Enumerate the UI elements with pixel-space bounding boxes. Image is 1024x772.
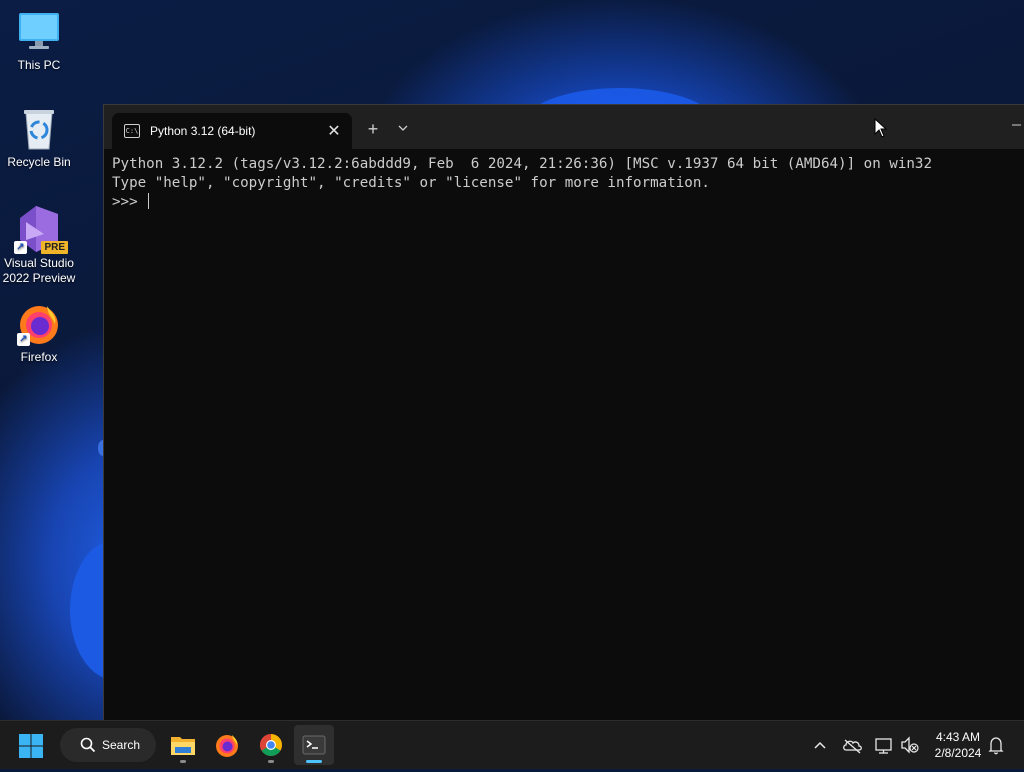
terminal-icon [302,735,326,755]
desktop-icon-label: Recycle Bin [7,155,71,169]
tab-python[interactable]: C:\ Python 3.12 (64-bit) ✕ [112,113,352,149]
recycle-bin-icon [17,107,61,151]
network-icon [875,738,892,754]
clock-time: 4:43 AM [935,730,981,744]
speaker-muted-icon [901,736,919,754]
console-line: Python 3.12.2 (tags/v3.12.2:6abddd9, Feb… [112,156,932,172]
firefox-icon: ↗ [17,302,61,346]
desktop-icon-recycle-bin[interactable]: Recycle Bin [0,107,78,170]
tab-dropdown-button[interactable] [394,117,412,141]
preview-badge: PRE [41,241,68,254]
notifications-button[interactable] [986,721,1006,769]
running-indicator [180,760,186,763]
cloud-offline-icon [843,739,862,754]
file-explorer-icon [171,737,195,755]
shortcut-arrow-icon: ↗ [14,241,27,254]
visual-studio-icon: PRE ↗ [14,204,68,254]
windows-logo-icon [19,734,43,758]
tab-title: Python 3.12 (64-bit) [150,124,256,138]
minimize-button[interactable] [1011,115,1024,135]
clock-date: 2/8/2024 [934,746,982,760]
close-tab-button[interactable]: ✕ [322,121,346,141]
terminal-window[interactable]: C:\ Python 3.12 (64-bit) ✕ + Python 3.12… [103,104,1024,721]
taskbar-app-terminal[interactable] [294,725,334,765]
running-indicator [268,760,274,763]
python-prompt: >>> [112,194,147,210]
taskbar-app-file-explorer[interactable] [163,725,203,765]
console-prompt-line[interactable]: >>> [112,193,1024,212]
monitor-icon [17,10,61,54]
taskbar-app-chrome[interactable] [251,725,291,765]
shortcut-arrow-icon: ↗ [17,333,30,346]
search-label: Search [102,738,141,752]
start-button[interactable] [18,733,44,759]
desktop-icon-visual-studio[interactable]: PRE ↗ Visual Studio 2022 Preview [0,204,78,286]
text-cursor [148,193,150,209]
console-output[interactable]: Python 3.12.2 (tags/v3.12.2:6abddd9, Feb… [104,149,1024,212]
taskbar-search-button[interactable]: Search [60,728,156,762]
firefox-icon [216,735,238,757]
console-icon: C:\ [124,124,140,138]
network-button[interactable] [873,721,895,769]
desktop-icon-firefox[interactable]: ↗ Firefox [0,302,78,365]
bell-icon [988,737,1004,755]
desktop-icon-label: Firefox [20,350,58,364]
desktop-icon-label: Visual Studio 2022 Preview [2,256,76,285]
onedrive-button[interactable] [841,721,863,769]
volume-button[interactable] [899,721,921,769]
desktop-icon-label: This PC [17,58,61,72]
active-indicator [306,760,322,763]
chevron-down-icon [398,125,408,131]
chevron-up-icon [814,741,826,749]
show-hidden-icons-button[interactable] [810,721,830,769]
desktop-icon-this-pc[interactable]: This PC [0,10,78,73]
search-icon [80,737,96,753]
chrome-icon [260,734,282,756]
taskbar-clock[interactable]: 4:43 AM 2/8/2024 [928,729,988,761]
minimize-icon [1012,124,1021,126]
new-tab-button[interactable]: + [362,117,384,141]
taskbar: Search 4:43 AM 2/8/2024 [0,720,1024,769]
taskbar-app-firefox[interactable] [207,725,247,765]
mouse-pointer-icon [874,118,888,138]
console-line: Type "help", "copyright", "credits" or "… [112,175,710,191]
